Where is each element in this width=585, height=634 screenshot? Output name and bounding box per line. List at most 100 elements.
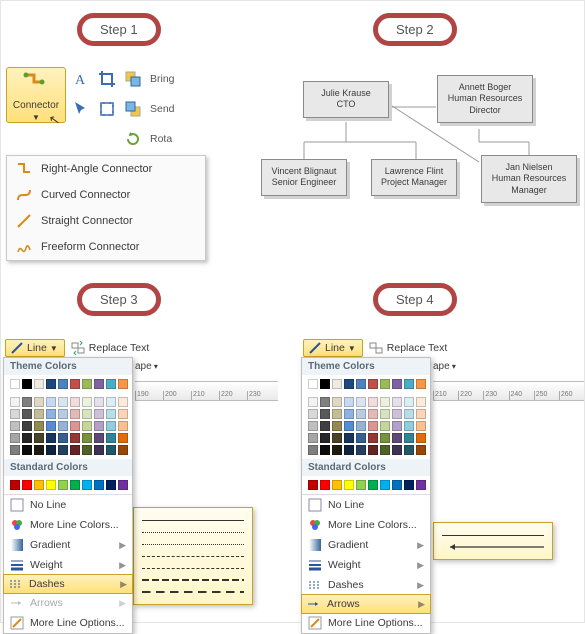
replace-text-button[interactable]: Replace Text [369,341,448,355]
bring-front-icon[interactable] [124,70,142,88]
dash-style-dashdot[interactable] [142,562,244,574]
no-line-option[interactable]: No Line [302,495,430,515]
org-name: Jan Nielsen [486,162,572,173]
step-badge-2: Step 2 [373,13,457,46]
arrow-style-left[interactable] [442,541,544,553]
line-dropdown-button[interactable]: Line ▼ [5,339,65,357]
straight-connector-icon [15,212,33,230]
ribbon-secondary: A Bring Send Rota [72,67,175,151]
org-box-engineer[interactable]: Vincent Blignaut Senior Engineer [261,159,347,196]
org-role: CTO [308,99,384,110]
org-box-hr-mgr[interactable]: Jan Nielsen Human Resources Manager [481,155,577,203]
rotate-icon[interactable] [124,130,142,148]
gradient-option[interactable]: Gradient▶ [302,535,430,555]
text-tool-icon[interactable]: A [72,70,90,88]
org-box-hr-director[interactable]: Annett Boger Human Resources Director [437,75,533,123]
weight-option[interactable]: Weight▶ [302,555,430,575]
dash-style-dash[interactable] [142,550,244,562]
no-line-icon [308,498,322,512]
line-btn-label: Line [325,342,345,354]
more-colors-option[interactable]: More Line Colors... [302,515,430,535]
dropdown-arrow-icon: ▼ [50,344,58,353]
menu-label: Straight Connector [41,215,133,227]
rotate-label: Rota [150,133,172,145]
theme-tints[interactable] [302,393,430,459]
step-badge-4: Step 4 [373,283,457,316]
menu-label: Curved Connector [41,189,130,201]
standard-color-row[interactable] [302,476,430,494]
shape-group-label[interactable]: ape [433,361,456,372]
cursor-icon: ↖ [48,111,62,129]
connector-split-button[interactable]: Connector ▼ ↖ [6,67,66,123]
dash-style-dot[interactable] [142,526,244,538]
arrow-style-none[interactable] [442,529,544,541]
line-color-dropdown[interactable]: Theme Colors Standard Colors No Line Mor… [3,357,133,634]
send-back-icon[interactable] [124,100,142,118]
submenu-arrow-icon: ▶ [417,560,424,571]
dropdown-arrow-icon: ▼ [32,116,40,121]
weight-option[interactable]: Weight▶ [4,555,132,575]
dashes-icon [308,578,322,592]
dash-style-long-dash[interactable] [142,574,244,586]
gradient-option[interactable]: Gradient▶ [4,535,132,555]
shape-group-label[interactable]: ape [135,361,158,372]
theme-color-row[interactable] [4,375,132,393]
crop-icon[interactable] [98,70,116,88]
dash-style-long-dashdot[interactable] [142,586,244,598]
menu-curved[interactable]: Curved Connector [7,182,205,208]
line-dropdown-button[interactable]: Line ▼ [303,339,363,357]
submenu-arrow-icon: ▶ [418,599,425,610]
arrows-option: Arrows▶ [4,593,132,613]
freeform-connector-icon [15,238,33,256]
org-name: Vincent Blignaut [266,166,342,177]
more-colors-icon [308,518,322,532]
dashes-flyout[interactable] [133,507,253,605]
standard-colors-title: Standard Colors [302,459,430,476]
blank-icon [72,130,90,148]
more-colors-option[interactable]: More Line Colors... [4,515,132,535]
standard-colors-title: Standard Colors [4,459,132,476]
more-options-icon [10,616,24,630]
no-line-option[interactable]: No Line [4,495,132,515]
dropdown-arrow-icon: ▼ [348,344,356,353]
dashes-option[interactable]: Dashes▶ [3,574,133,594]
dash-style-solid[interactable] [142,514,244,526]
artboard-icon[interactable] [98,100,116,118]
step1-panel: Connector ▼ ↖ A Bring Send Rota [6,67,246,237]
theme-color-row[interactable] [302,375,430,393]
org-box-pm[interactable]: Lawrence Flint Project Manager [371,159,457,196]
standard-color-row[interactable] [4,476,132,494]
replace-text-label: Replace Text [387,342,448,354]
more-line-options[interactable]: More Line Options... [302,613,430,633]
line-icon [308,341,322,355]
svg-text:A: A [75,73,86,88]
theme-tints[interactable] [4,393,132,459]
replace-text-icon [369,341,383,355]
submenu-arrow-icon: ▶ [417,540,424,551]
send-label: Send [150,103,175,115]
menu-straight[interactable]: Straight Connector [7,208,205,234]
org-box-cto[interactable]: Julie Krause CTO [303,81,389,118]
menu-right-angle[interactable]: Right-Angle Connector [7,156,205,182]
menu-freeform[interactable]: Freeform Connector [7,234,205,260]
arrows-flyout[interactable] [433,522,553,560]
pointer-icon[interactable] [72,100,90,118]
org-name: Lawrence Flint [376,166,452,177]
replace-text-label: Replace Text [89,342,150,354]
gradient-icon [10,538,24,552]
line-icon [10,341,24,355]
menu-label: Right-Angle Connector [41,163,152,175]
curved-connector-icon [15,186,33,204]
more-colors-icon [10,518,24,532]
step-badge-1: Step 1 [77,13,161,46]
dashes-icon [9,577,23,591]
arrows-option[interactable]: Arrows▶ [301,594,431,614]
line-color-dropdown[interactable]: Theme Colors Standard Colors No Line Mor… [301,357,431,634]
more-line-options[interactable]: More Line Options... [4,613,132,633]
connector-dropdown-menu[interactable]: Right-Angle Connector Curved Connector S… [6,155,206,261]
dashes-option[interactable]: Dashes▶ [302,575,430,595]
replace-text-button[interactable]: Replace Text [71,341,150,355]
dash-style-fine-dot[interactable] [142,538,244,550]
arrows-icon [307,597,321,611]
org-role: Project Manager [376,177,452,188]
